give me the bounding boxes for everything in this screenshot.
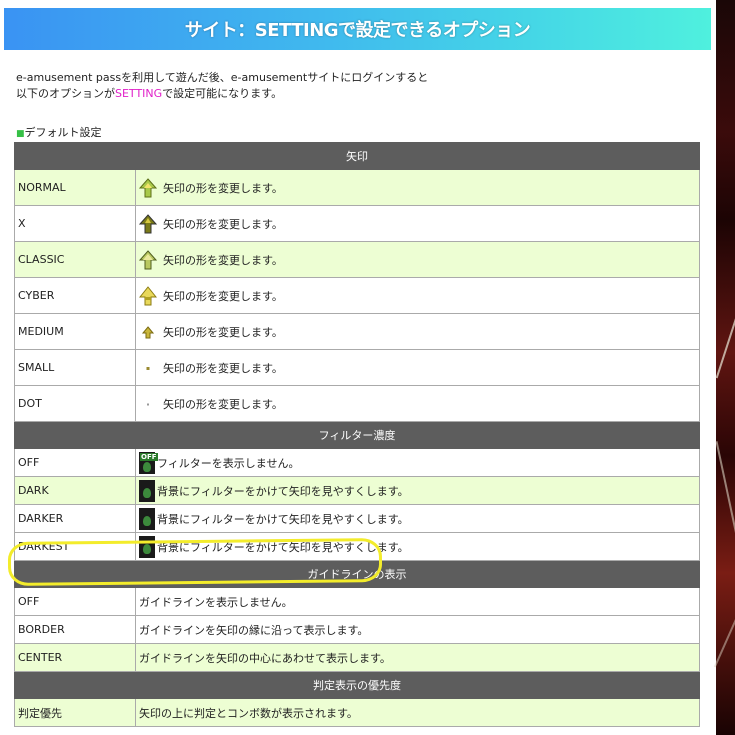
option-description: ガイドラインを矢印の中心にあわせて表示します。	[135, 643, 700, 672]
option-description: 矢印の形を変更します。	[163, 217, 283, 231]
option-description: 矢印の形を変更します。	[163, 253, 283, 267]
section-header-judge: 判定表示の優先度	[14, 671, 700, 699]
option-desc-cell: 矢印の形を変更します。	[135, 205, 700, 242]
option-name: CLASSIC	[14, 241, 136, 278]
option-desc-cell: 矢印の形を変更します。	[135, 349, 700, 386]
section-header-label: ガイドラインの表示	[14, 560, 700, 588]
option-name: OFF	[14, 587, 136, 616]
table-row: CENTER ガイドラインを矢印の中心にあわせて表示します。	[14, 643, 700, 672]
option-description: 矢印の形を変更します。	[163, 361, 283, 375]
option-name: SMALL	[14, 349, 136, 386]
options-table: 矢印 NORMAL 矢印の形を変更します。 X 矢印の形を変更します。 CLAS…	[14, 142, 700, 727]
filter-dark-icon	[139, 479, 155, 502]
option-description: 矢印の形を変更します。	[163, 181, 283, 195]
background-sidebar	[713, 0, 735, 735]
option-description: 矢印の上に判定とコンボ数が表示されます。	[135, 698, 700, 727]
option-desc-cell: 矢印の形を変更します。	[135, 277, 700, 314]
title-banner: サイト：SETTINGで設定できるオプション	[4, 8, 711, 50]
arrow-x-icon	[139, 213, 157, 234]
intro-line-2-pre: 以下のオプションが	[16, 87, 115, 100]
option-desc-cell: 矢印の形を変更します。	[135, 385, 700, 422]
option-description: 矢印の形を変更します。	[163, 397, 283, 411]
table-row: SMALL 矢印の形を変更します。	[14, 349, 700, 386]
option-desc-cell: 背景にフィルターをかけて矢印を見やすくします。	[135, 532, 700, 561]
section-header-label: フィルター濃度	[14, 421, 700, 449]
arrow-small-icon	[139, 358, 157, 378]
option-name: BORDER	[14, 615, 136, 644]
option-desc-cell: 背景にフィルターをかけて矢印を見やすくします。	[135, 476, 700, 505]
option-description: 背景にフィルターをかけて矢印を見やすくします。	[157, 484, 409, 498]
option-name: DARKEST	[14, 532, 136, 561]
option-name: NORMAL	[14, 169, 136, 206]
option-description: 背景にフィルターをかけて矢印を見やすくします。	[157, 512, 409, 526]
option-desc-cell: 背景にフィルターをかけて矢印を見やすくします。	[135, 504, 700, 533]
option-desc-cell: 矢印の形を変更します。	[135, 169, 700, 206]
table-row: MEDIUM 矢印の形を変更します。	[14, 313, 700, 350]
arrow-classic-icon	[139, 249, 157, 270]
option-description: フィルターを表示しません。	[157, 456, 300, 470]
page: サイト：SETTINGで設定できるオプション e-amusement passを…	[0, 0, 716, 735]
filter-darkest-icon	[139, 535, 155, 558]
option-name: 判定優先	[14, 698, 136, 727]
intro-line-2-post: で設定可能になります。	[162, 87, 283, 100]
light-streak	[715, 301, 735, 379]
option-desc-cell: 矢印の形を変更します。	[135, 241, 700, 278]
bullet-icon: ■	[16, 129, 25, 139]
option-name: DARK	[14, 476, 136, 505]
off-badge: OFF	[140, 452, 158, 461]
section-header-label: 判定表示の優先度	[14, 671, 700, 699]
option-name: CENTER	[14, 643, 136, 672]
option-description: ガイドラインを矢印の縁に沿って表示します。	[135, 615, 700, 644]
table-row: 判定優先 矢印の上に判定とコンボ数が表示されます。	[14, 698, 700, 727]
arrow-normal-icon	[139, 177, 157, 198]
table-row: DARK 背景にフィルターをかけて矢印を見やすくします。	[14, 476, 700, 505]
option-description: 背景にフィルターをかけて矢印を見やすくします。	[157, 540, 409, 554]
light-streak	[713, 602, 735, 668]
light-streak	[715, 441, 735, 559]
table-row: OFF OFF フィルターを表示しません。	[14, 448, 700, 477]
option-name: OFF	[14, 448, 136, 477]
table-row: NORMAL 矢印の形を変更します。	[14, 169, 700, 206]
arrow-medium-icon	[139, 322, 157, 342]
intro-line-1: e-amusement passを利用して遊んだ後、e-amusementサイト…	[16, 71, 429, 84]
table-row: CLASSIC 矢印の形を変更します。	[14, 241, 700, 278]
option-name: CYBER	[14, 277, 136, 314]
section-header-guideline: ガイドラインの表示	[14, 560, 700, 588]
filter-darker-icon	[139, 507, 155, 530]
filter-off-icon: OFF	[139, 451, 158, 474]
option-name: DOT	[14, 385, 136, 422]
option-desc-cell: OFF フィルターを表示しません。	[135, 448, 700, 477]
option-description: 矢印の形を変更します。	[163, 325, 283, 339]
table-row: DOT 矢印の形を変更します。	[14, 385, 700, 422]
page-title: サイト：SETTINGで設定できるオプション	[184, 20, 531, 41]
option-name: X	[14, 205, 136, 242]
table-row: DARKEST 背景にフィルターをかけて矢印を見やすくします。	[14, 532, 700, 561]
arrow-cyber-icon	[139, 285, 157, 306]
option-desc-cell: 矢印の形を変更します。	[135, 313, 700, 350]
intro-line-2: 以下のオプションがSETTINGで設定可能になります。	[16, 86, 428, 102]
table-row: CYBER 矢印の形を変更します。	[14, 277, 700, 314]
table-row: BORDER ガイドラインを矢印の縁に沿って表示します。	[14, 615, 700, 644]
table-row: DARKER 背景にフィルターをかけて矢印を見やすくします。	[14, 504, 700, 533]
setting-highlight: SETTING	[115, 87, 163, 100]
default-settings-label: ■デフォルト設定	[16, 124, 102, 140]
intro-text: e-amusement passを利用して遊んだ後、e-amusementサイト…	[16, 70, 428, 102]
section-header-filter: フィルター濃度	[14, 421, 700, 449]
option-name: DARKER	[14, 504, 136, 533]
option-description: 矢印の形を変更します。	[163, 289, 283, 303]
option-name: MEDIUM	[14, 313, 136, 350]
default-settings-text: デフォルト設定	[24, 126, 102, 139]
table-row: X 矢印の形を変更します。	[14, 205, 700, 242]
arrow-dot-icon	[139, 394, 157, 414]
section-header-label: 矢印	[14, 142, 700, 170]
section-header-arrow: 矢印	[14, 142, 700, 170]
option-description: ガイドラインを表示しません。	[135, 587, 700, 616]
table-row: OFF ガイドラインを表示しません。	[14, 587, 700, 616]
